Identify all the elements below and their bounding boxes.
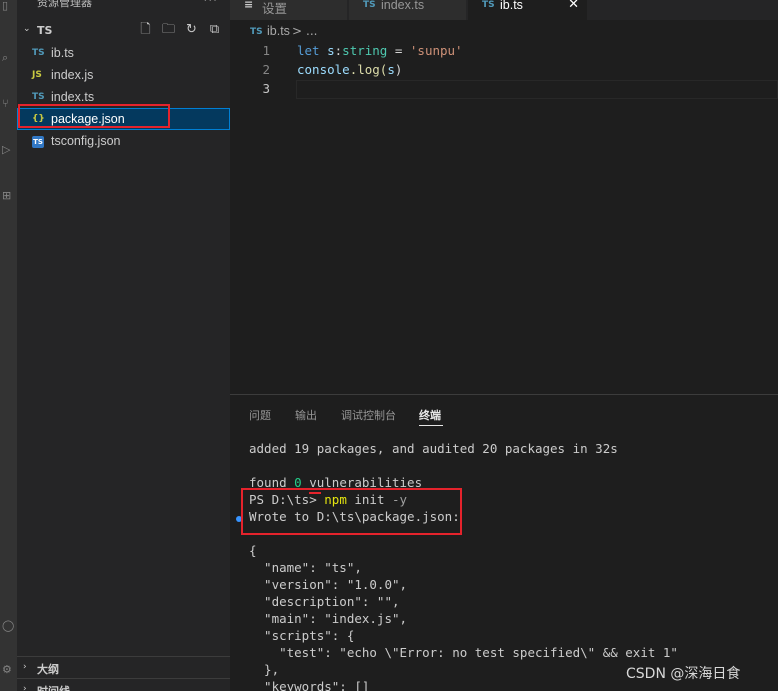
explorer-sidebar: 资源管理器 ··· ⌄ TS 🗋 🗀 ↻ ⧉ TS ib.ts JS index… — [17, 0, 230, 691]
terminal-line: "test": "echo \"Error: no test specified… — [249, 645, 678, 660]
files-icon[interactable]: ▯ — [2, 0, 14, 12]
typescript-icon: TS — [250, 27, 263, 37]
terminal-line: "main": "index.js", — [249, 611, 408, 626]
breadcrumb-file[interactable]: ib.ts — [267, 24, 290, 38]
current-line-highlight — [296, 80, 778, 99]
line-number: 2 — [262, 62, 270, 77]
chevron-right-icon: › — [23, 684, 27, 691]
tab-label: index.ts — [381, 0, 425, 12]
javascript-icon: JS — [32, 70, 42, 80]
folder-ts[interactable]: ⌄ TS 🗋 🗀 ↻ ⧉ — [17, 21, 230, 41]
chevron-right-icon: › — [23, 662, 27, 672]
tab-problems[interactable]: 问题 — [249, 407, 271, 423]
outline-label: 大纲 — [37, 663, 59, 676]
file-ib-ts[interactable]: TS ib.ts — [17, 42, 230, 64]
tab-settings[interactable]: ≡ 设置 — [230, 0, 348, 20]
terminal-line: "name": "ts", — [249, 560, 362, 575]
file-label: index.ts — [51, 90, 95, 104]
new-file-icon[interactable]: 🗋 — [138, 22, 153, 37]
close-icon[interactable]: ✕ — [568, 0, 579, 12]
refresh-icon[interactable]: ↻ — [184, 22, 199, 37]
highlight-box-package-json — [18, 104, 170, 128]
line-number: 1 — [262, 43, 270, 58]
active-tab-indicator — [419, 425, 443, 426]
terminal-line: "scripts": { — [249, 628, 355, 643]
code-text: let s:string = 'sunpu' — [297, 43, 463, 58]
typescript-icon: TS — [32, 92, 45, 102]
settings-icon: ≡ — [244, 0, 254, 11]
file-label: index.js — [51, 68, 94, 82]
search-icon[interactable]: ⌕ — [2, 52, 14, 64]
file-tsconfig-json[interactable]: TS tsconfig.json — [17, 130, 230, 152]
timeline-section[interactable]: › 时间线 — [17, 678, 230, 691]
tab-label: 设置 — [262, 2, 288, 16]
highlight-box-npm-init — [241, 488, 462, 535]
editor-tabbar: ≡ 设置 TS index.ts TS ib.ts ✕ — [230, 0, 778, 20]
gear-icon[interactable]: ⚙ — [2, 664, 14, 676]
tab-output[interactable]: 输出 — [295, 407, 317, 423]
terminal-line: }, — [249, 662, 280, 677]
timeline-label: 时间线 — [37, 683, 70, 691]
file-index-js[interactable]: JS index.js — [17, 64, 230, 86]
tab-terminal[interactable]: 终端 — [419, 407, 441, 423]
explorer-title: 资源管理器 — [37, 0, 92, 9]
terminal-line: "keywords": [] — [249, 679, 370, 691]
folder-actions: 🗋 🗀 ↻ ⧉ — [138, 22, 222, 37]
explorer-header: 资源管理器 ··· — [17, 0, 230, 12]
bottom-panel: 问题 输出 调试控制台 终端 added 19 packages, and au… — [230, 394, 778, 691]
tab-ib-ts[interactable]: TS ib.ts ✕ — [468, 0, 588, 20]
run-debug-icon[interactable]: ▷ — [2, 144, 14, 156]
tab-index-ts[interactable]: TS index.ts — [349, 0, 467, 20]
code-line-current: 3 — [230, 80, 778, 99]
terminal-line: added 19 packages, and audited 20 packag… — [249, 441, 618, 456]
extensions-icon[interactable]: ⊞ — [2, 190, 14, 202]
code-line: 2 console.log(s) — [230, 61, 778, 80]
code-text: console.log(s) — [297, 62, 403, 77]
chevron-right-icon: > — [292, 24, 303, 38]
chevron-down-icon: ⌄ — [23, 24, 31, 34]
typescript-icon: TS — [482, 0, 495, 10]
source-control-icon[interactable]: ⑂ — [2, 98, 14, 110]
code-editor[interactable]: 1 let s:string = 'sunpu' 2 console.log(s… — [230, 42, 778, 394]
watermark: CSDN @深海日食 — [626, 666, 741, 682]
tab-debug-console[interactable]: 调试控制台 — [341, 407, 396, 423]
terminal-line: "version": "1.0.0", — [249, 577, 408, 592]
breadcrumb: TS ib.ts > ... — [230, 20, 778, 42]
line-number: 3 — [262, 81, 270, 96]
collapse-all-icon[interactable]: ⧉ — [207, 22, 222, 37]
terminal-line: "description": "", — [249, 594, 400, 609]
terminal-line: { — [249, 543, 257, 558]
breadcrumb-symbols[interactable]: ... — [306, 24, 317, 38]
typescript-icon: TS — [363, 0, 376, 10]
file-label: ib.ts — [51, 46, 74, 60]
outline-section[interactable]: › 大纲 — [17, 656, 230, 678]
account-icon[interactable]: ◯ — [2, 620, 14, 632]
more-actions-icon[interactable]: ··· — [204, 0, 218, 7]
tab-label: ib.ts — [500, 0, 523, 12]
new-folder-icon[interactable]: 🗀 — [161, 22, 176, 37]
activity-bar: ▯ ⌕ ⑂ ▷ ⊞ ◯ ⚙ — [0, 0, 17, 691]
file-label: tsconfig.json — [51, 134, 121, 148]
code-line: 1 let s:string = 'sunpu' — [230, 42, 778, 61]
folder-name: TS — [37, 24, 53, 37]
tsconfig-icon: TS — [32, 136, 44, 148]
typescript-icon: TS — [32, 48, 45, 58]
